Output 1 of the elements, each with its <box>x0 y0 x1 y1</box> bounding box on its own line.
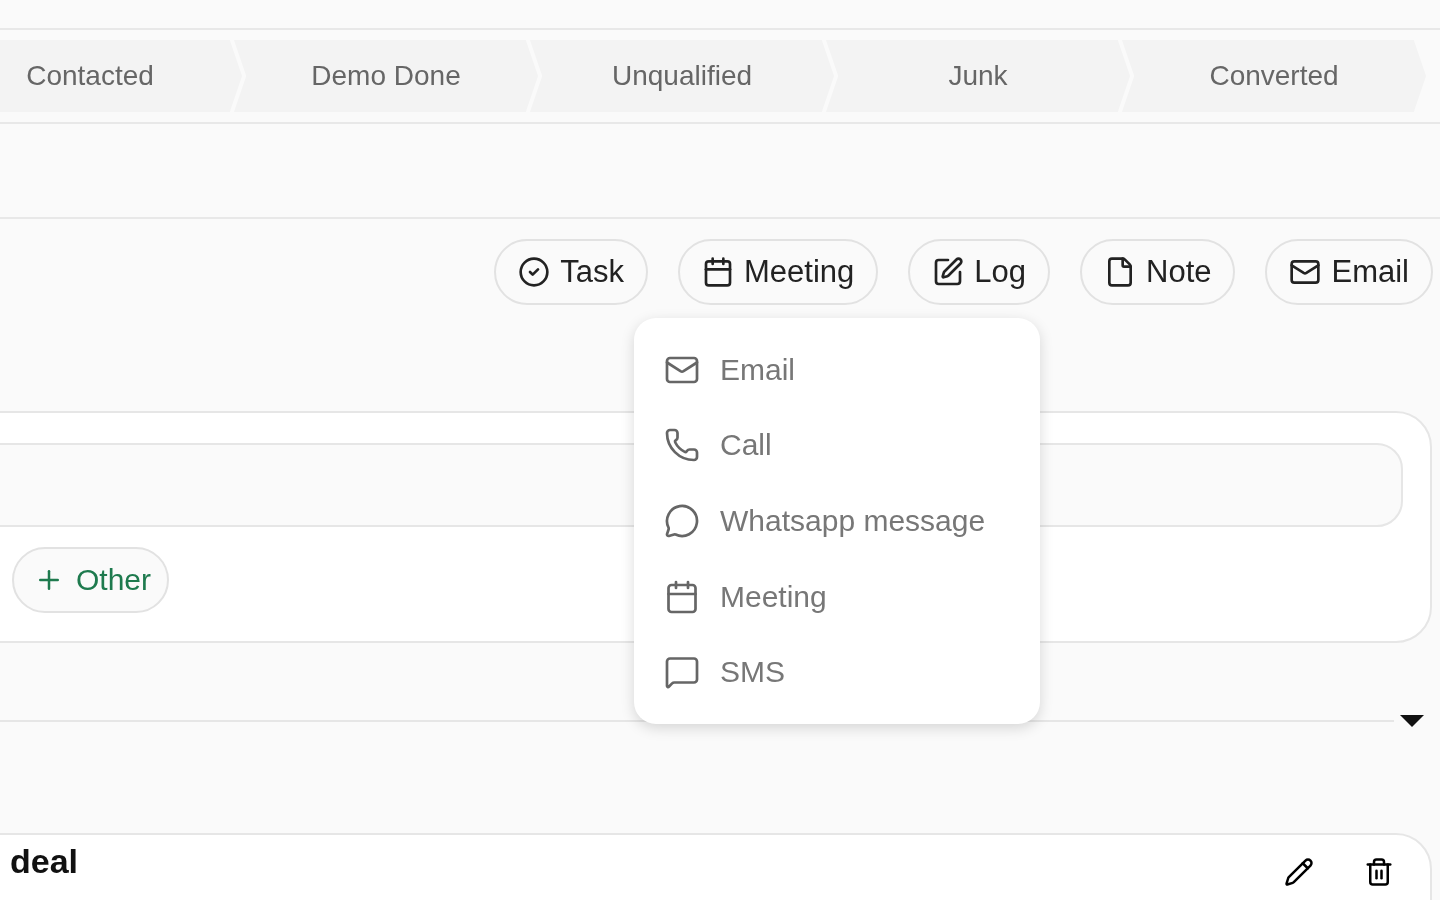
card-title: deal <box>10 843 80 881</box>
